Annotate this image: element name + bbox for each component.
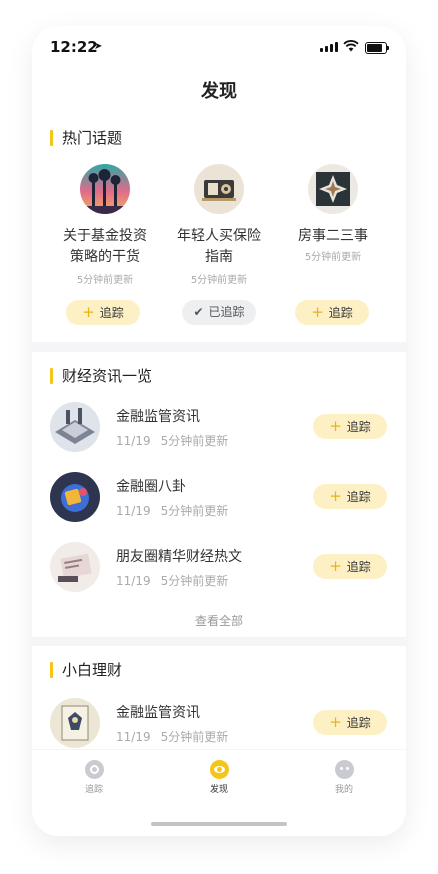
wifi-icon bbox=[343, 40, 359, 52]
checkmark-icon: ✔ bbox=[193, 305, 204, 319]
news-update-time: 5分钟前更新 bbox=[160, 730, 229, 744]
news-title: 朋友圈精华财经热文 bbox=[116, 549, 242, 565]
cellular-signal-icon bbox=[320, 42, 338, 52]
topic-update-time: 5分钟前更新 bbox=[76, 275, 134, 286]
news-title: 金融监管资讯 bbox=[116, 409, 200, 425]
page-title: 发现 bbox=[201, 81, 237, 102]
news-avatar bbox=[50, 472, 100, 522]
news-avatar bbox=[50, 542, 100, 592]
tab-follow[interactable]: 追踪 bbox=[34, 760, 154, 795]
navigation-bar: 发现 bbox=[32, 70, 406, 114]
plus-icon: + bbox=[311, 303, 324, 321]
status-time: 12:22 bbox=[50, 38, 98, 56]
news-update-time: 5分钟前更新 bbox=[160, 504, 229, 518]
news-title: 金融监管资讯 bbox=[116, 705, 200, 721]
eye-icon bbox=[209, 760, 229, 779]
topic-update-time: 5分钟前更新 bbox=[304, 252, 362, 263]
follow-button[interactable]: + 追踪 bbox=[313, 484, 387, 509]
profile-icon bbox=[334, 760, 354, 779]
section-title: 热门话题 bbox=[50, 128, 122, 148]
list-item[interactable]: 金融监管资讯 11/19 5分钟前更新 + 追踪 bbox=[32, 392, 406, 462]
follow-button[interactable]: + 追踪 bbox=[313, 554, 387, 579]
plus-icon: + bbox=[82, 303, 95, 321]
tab-profile[interactable]: 我的 bbox=[284, 760, 404, 795]
section-title: 小白理财 bbox=[50, 660, 122, 680]
news-update-time: 5分钟前更新 bbox=[160, 434, 229, 448]
topic-name: 策略的干货 bbox=[70, 249, 140, 265]
section-title: 财经资讯一览 bbox=[50, 366, 152, 386]
hot-topics-section: 热门话题 关于基金投资 策略的干货 5分钟前更新 年轻人买保险 指南 5分钟前更… bbox=[32, 114, 406, 342]
topic-name: 年轻人买保险 bbox=[177, 228, 261, 244]
list-item[interactable]: 金融监管资讯 11/19 5分钟前更新 + 追踪 bbox=[32, 688, 406, 758]
follow-button[interactable]: + 追踪 bbox=[313, 710, 387, 735]
follow-tab-icon bbox=[84, 760, 104, 779]
list-item[interactable]: 金融圈八卦 11/19 5分钟前更新 + 追踪 bbox=[32, 462, 406, 532]
topic-card[interactable]: 年轻人买保险 指南 5分钟前更新 bbox=[162, 164, 276, 286]
news-date: 11/19 bbox=[116, 730, 151, 744]
news-update-time: 5分钟前更新 bbox=[160, 574, 229, 588]
topic-card[interactable]: 房事二三事 5分钟前更新 bbox=[276, 164, 390, 263]
topic-card[interactable]: 关于基金投资 策略的干货 5分钟前更新 bbox=[48, 164, 162, 286]
follow-button[interactable]: + 追踪 bbox=[66, 300, 140, 325]
news-avatar bbox=[50, 698, 100, 748]
news-avatar bbox=[50, 402, 100, 452]
topic-avatar bbox=[308, 164, 358, 214]
topic-avatar bbox=[80, 164, 130, 214]
home-indicator[interactable] bbox=[151, 822, 287, 826]
plus-icon: + bbox=[329, 487, 342, 505]
location-arrow-icon: ➤ bbox=[94, 41, 103, 52]
news-date: 11/19 bbox=[116, 504, 151, 518]
tab-bar: 追踪 发现 我的 bbox=[32, 750, 406, 836]
list-item[interactable]: 朋友圈精华财经热文 11/19 5分钟前更新 + 追踪 bbox=[32, 532, 406, 602]
beginner-finance-section: 小白理财 金融监管资讯 11/19 5分钟前更新 + 追踪 bbox=[32, 646, 406, 756]
news-title: 金融圈八卦 bbox=[116, 479, 186, 495]
battery-icon bbox=[365, 42, 389, 54]
followed-button[interactable]: ✔ 已追踪 bbox=[182, 300, 256, 325]
follow-button[interactable]: + 追踪 bbox=[313, 414, 387, 439]
follow-button[interactable]: + 追踪 bbox=[295, 300, 369, 325]
tab-discover[interactable]: 发现 bbox=[159, 760, 279, 795]
topic-update-time: 5分钟前更新 bbox=[190, 275, 248, 286]
view-all-link[interactable]: 查看全部 bbox=[32, 612, 406, 629]
topic-avatar bbox=[194, 164, 244, 214]
plus-icon: + bbox=[329, 417, 342, 435]
phone-screen: 12:22 ➤ 发现 热门话题 关于基金投资 策略的干货 5分钟前更新 年轻人买… bbox=[32, 26, 406, 836]
topic-name: 关于基金投资 bbox=[63, 228, 147, 244]
topic-name: 房事二三事 bbox=[298, 228, 368, 244]
plus-icon: + bbox=[329, 713, 342, 731]
news-date: 11/19 bbox=[116, 574, 151, 588]
topic-name: 指南 bbox=[205, 249, 233, 265]
news-date: 11/19 bbox=[116, 434, 151, 448]
status-bar: 12:22 ➤ bbox=[32, 26, 406, 70]
finance-news-section: 财经资讯一览 金融监管资讯 11/19 5分钟前更新 + 追踪 金融圈八卦 11… bbox=[32, 352, 406, 637]
plus-icon: + bbox=[329, 557, 342, 575]
